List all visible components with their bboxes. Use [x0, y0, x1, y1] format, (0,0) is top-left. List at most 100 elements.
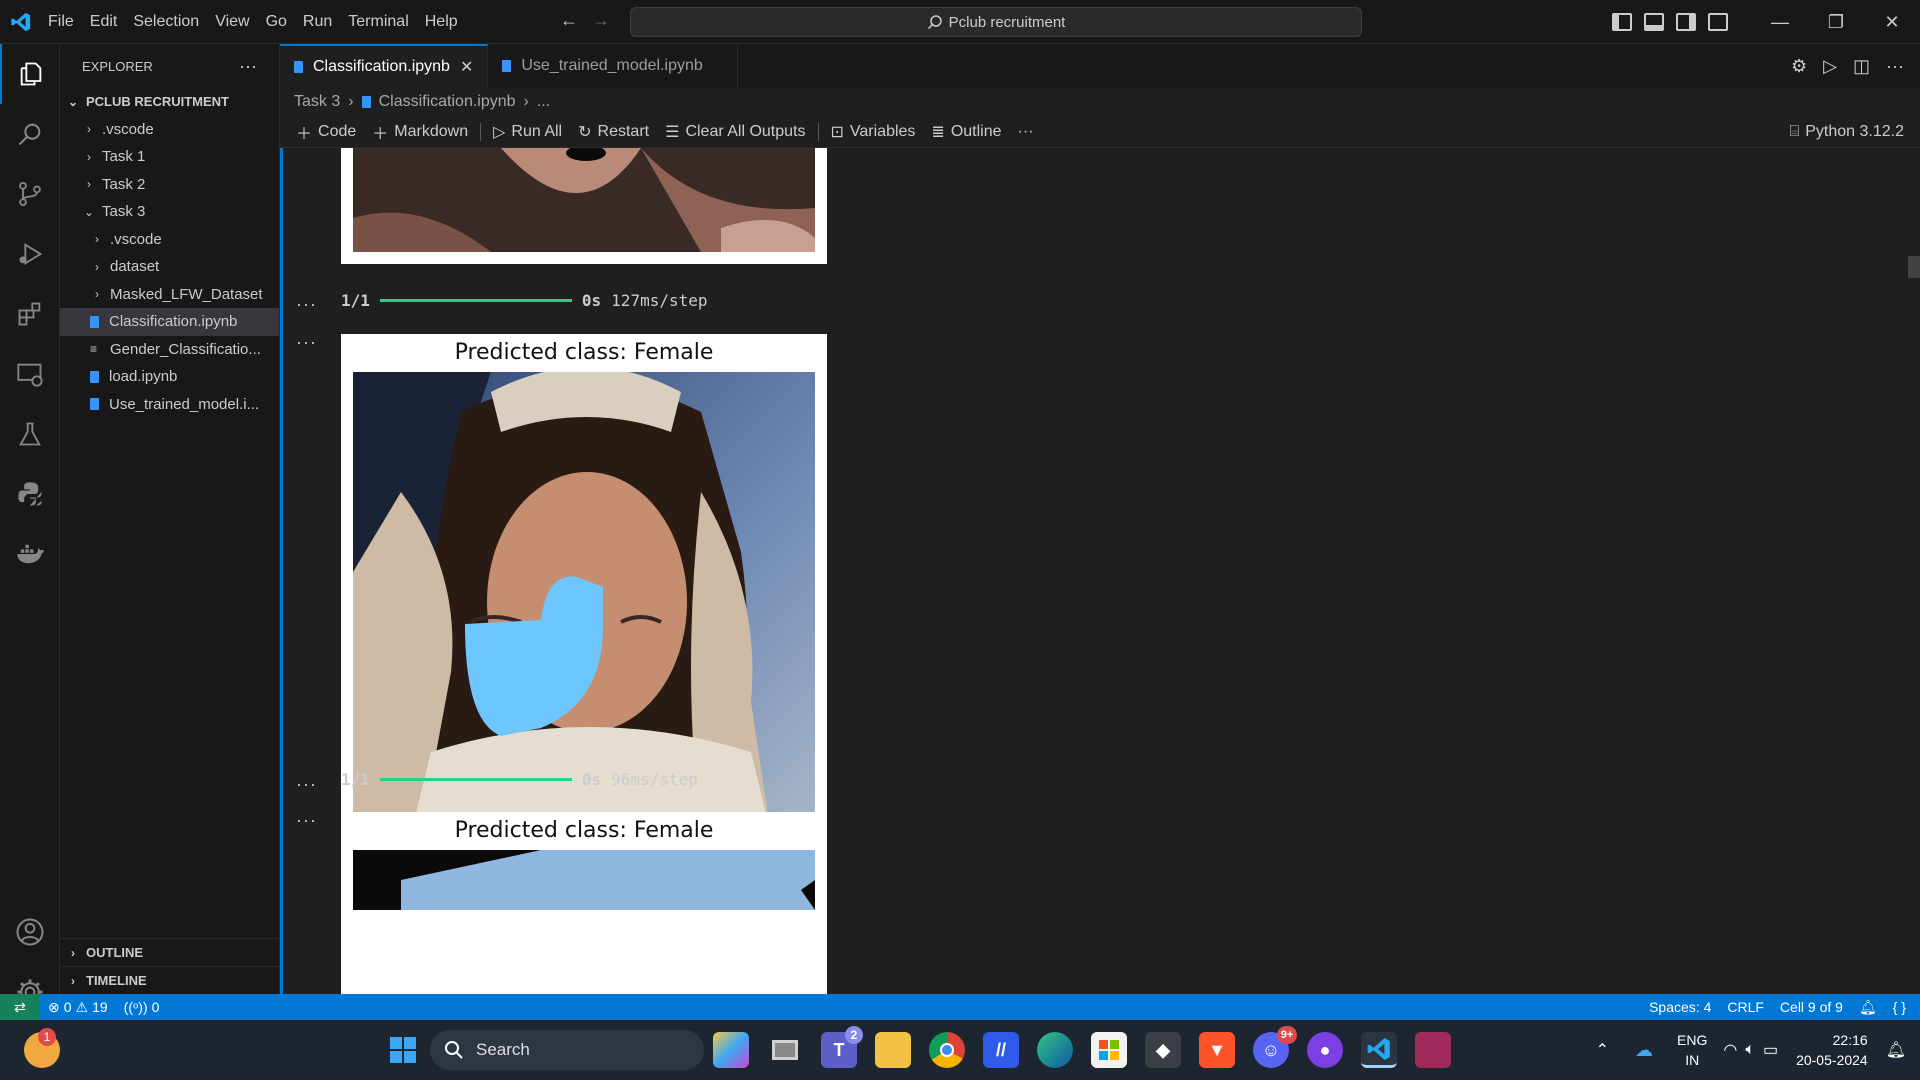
breadcrumb-file[interactable]: Classification.ipynb: [379, 93, 516, 111]
clear-outputs-button[interactable]: ☰ Clear All Outputs: [657, 122, 813, 142]
testing-icon[interactable]: [0, 404, 60, 464]
unity-icon[interactable]: ◆: [1145, 1032, 1181, 1068]
microsoft-store-icon[interactable]: [1091, 1032, 1127, 1068]
menu-run[interactable]: Run: [295, 13, 340, 31]
menu-selection[interactable]: Selection: [125, 13, 207, 31]
minimize-icon[interactable]: —: [1752, 12, 1808, 33]
kernel-picker[interactable]: ⌸ Python 3.12.2: [1790, 123, 1920, 141]
copilot-app-icon[interactable]: [713, 1032, 749, 1068]
menu-edit[interactable]: Edit: [82, 13, 126, 31]
menu-help[interactable]: Help: [417, 13, 466, 31]
discord-icon[interactable]: ☺ 9+: [1253, 1026, 1297, 1068]
teams-icon[interactable]: T 2: [821, 1026, 863, 1068]
menu-view[interactable]: View: [207, 13, 257, 31]
ports-indicator[interactable]: ((ᵒ)) 0: [116, 999, 168, 1015]
language-indicator[interactable]: ENG IN: [1665, 1030, 1719, 1070]
close-icon[interactable]: ✕: [1864, 12, 1920, 33]
toggle-panel-icon[interactable]: [1644, 13, 1664, 31]
tree-item[interactable]: ≡ Gender_Classificatio...: [60, 336, 279, 364]
tree-item[interactable]: › Task 1: [60, 143, 279, 171]
assistant-app-icon[interactable]: //: [983, 1032, 1019, 1068]
tree-item[interactable]: › .vscode: [60, 116, 279, 144]
tree-item[interactable]: ⌄ Task 3: [60, 198, 279, 226]
breadcrumb-more[interactable]: ...: [537, 93, 550, 111]
wifi-icon[interactable]: ◠: [1719, 1040, 1741, 1060]
remote-explorer-icon[interactable]: [0, 344, 60, 404]
battery-icon[interactable]: ▭: [1759, 1040, 1782, 1060]
vscode-taskbar-icon[interactable]: [1361, 1032, 1397, 1068]
tree-item[interactable]: › Masked_LFW_Dataset: [60, 281, 279, 309]
timeline-section[interactable]: › TIMELINE: [60, 966, 280, 994]
more-actions-icon[interactable]: ···: [1010, 123, 1042, 141]
taskbar-search[interactable]: Search: [430, 1030, 704, 1070]
tree-item[interactable]: › dataset: [60, 253, 279, 281]
docker-icon[interactable]: [0, 524, 60, 584]
more-actions-icon[interactable]: ···: [296, 294, 317, 315]
add-markdown-button[interactable]: ＋ Markdown: [364, 120, 476, 144]
show-hidden-icons-icon[interactable]: ⌃: [1582, 1040, 1623, 1060]
cell-status[interactable]: Cell 9 of 9: [1772, 999, 1851, 1015]
explorer-icon[interactable]: [0, 44, 60, 104]
tree-item[interactable]: Classification.ipynb: [60, 308, 279, 336]
file-explorer-icon[interactable]: [875, 1032, 911, 1068]
volume-icon[interactable]: 🔈︎: [1741, 1041, 1759, 1059]
accounts-icon[interactable]: [0, 902, 60, 962]
bell-icon[interactable]: 🔔︎: [1851, 999, 1885, 1016]
copilot-icon[interactable]: { }: [1885, 999, 1920, 1015]
onedrive-icon[interactable]: ☁: [1623, 1040, 1665, 1061]
outline-button[interactable]: ≣ Outline: [923, 122, 1009, 142]
split-editor-icon[interactable]: ◫: [1853, 56, 1870, 77]
menu-go[interactable]: Go: [258, 13, 295, 31]
clock[interactable]: 22:16 20-05-2024: [1782, 1030, 1882, 1070]
add-code-button[interactable]: ＋ Code: [288, 120, 364, 144]
command-center[interactable]: Pclub recruitment: [630, 7, 1362, 37]
close-icon[interactable]: ✕: [460, 57, 473, 77]
source-control-icon[interactable]: [0, 164, 60, 224]
variables-button[interactable]: ⊡ Variables: [823, 122, 924, 142]
scrollbar-thumb[interactable]: [1908, 256, 1920, 278]
windows-start-icon[interactable]: [385, 1032, 421, 1068]
weather-widget-icon[interactable]: 1: [24, 1028, 60, 1068]
github-desktop-icon[interactable]: ●: [1307, 1032, 1343, 1068]
menu-terminal[interactable]: Terminal: [340, 13, 416, 31]
run-all-button[interactable]: ▷ Run All: [485, 122, 570, 142]
brave-icon[interactable]: ▼: [1199, 1032, 1235, 1068]
breadcrumb-task3[interactable]: Task 3: [294, 93, 340, 111]
python-icon[interactable]: [0, 464, 60, 524]
customize-layout-icon[interactable]: [1708, 13, 1728, 31]
outline-section[interactable]: › OUTLINE: [60, 938, 280, 966]
edge-icon[interactable]: [1037, 1032, 1073, 1068]
toggle-secondary-sidebar-icon[interactable]: [1676, 13, 1696, 31]
tree-item[interactable]: load.ipynb: [60, 363, 279, 391]
task-view-icon[interactable]: [767, 1032, 803, 1068]
problems-indicator[interactable]: ⊗ 0 ⚠ 19: [40, 999, 116, 1016]
more-actions-icon[interactable]: ···: [296, 774, 317, 795]
menu-file[interactable]: File: [40, 13, 82, 31]
tree-item[interactable]: › .vscode: [60, 226, 279, 254]
back-arrow-icon[interactable]: ←: [560, 10, 578, 31]
toggle-primary-sidebar-icon[interactable]: [1612, 13, 1632, 31]
more-actions-icon[interactable]: ···: [296, 332, 317, 353]
tab-classification[interactable]: Classification.ipynb ✕: [280, 44, 489, 88]
more-actions-icon[interactable]: ···: [296, 810, 317, 831]
settings-gear-icon[interactable]: ⚙: [1791, 56, 1807, 77]
workspace-root[interactable]: ⌄ PCLUB RECRUITMENT: [60, 88, 279, 116]
winrar-icon[interactable]: [1415, 1032, 1451, 1068]
extensions-icon[interactable]: [0, 284, 60, 344]
run-debug-icon[interactable]: [0, 224, 60, 284]
run-icon[interactable]: ▷: [1823, 56, 1837, 77]
search-icon[interactable]: [0, 104, 60, 164]
restore-icon[interactable]: ❐: [1808, 12, 1864, 33]
chrome-icon[interactable]: [929, 1032, 965, 1068]
tab-use-trained-model[interactable]: Use_trained_model.ipynb: [488, 44, 738, 88]
tree-item[interactable]: › Task 2: [60, 171, 279, 199]
eol-status[interactable]: CRLF: [1719, 999, 1772, 1015]
restart-button[interactable]: ↻ Restart: [570, 122, 657, 142]
forward-arrow-icon[interactable]: →: [592, 10, 610, 31]
more-actions-icon[interactable]: ···: [1886, 56, 1904, 77]
tree-item[interactable]: Use_trained_model.i...: [60, 391, 279, 419]
notifications-bell-icon[interactable]: 🔔︎: [1882, 1040, 1920, 1060]
remote-indicator-icon[interactable]: ⇄: [0, 994, 40, 1020]
more-actions-icon[interactable]: ···: [239, 56, 257, 77]
indentation-status[interactable]: Spaces: 4: [1641, 999, 1719, 1015]
